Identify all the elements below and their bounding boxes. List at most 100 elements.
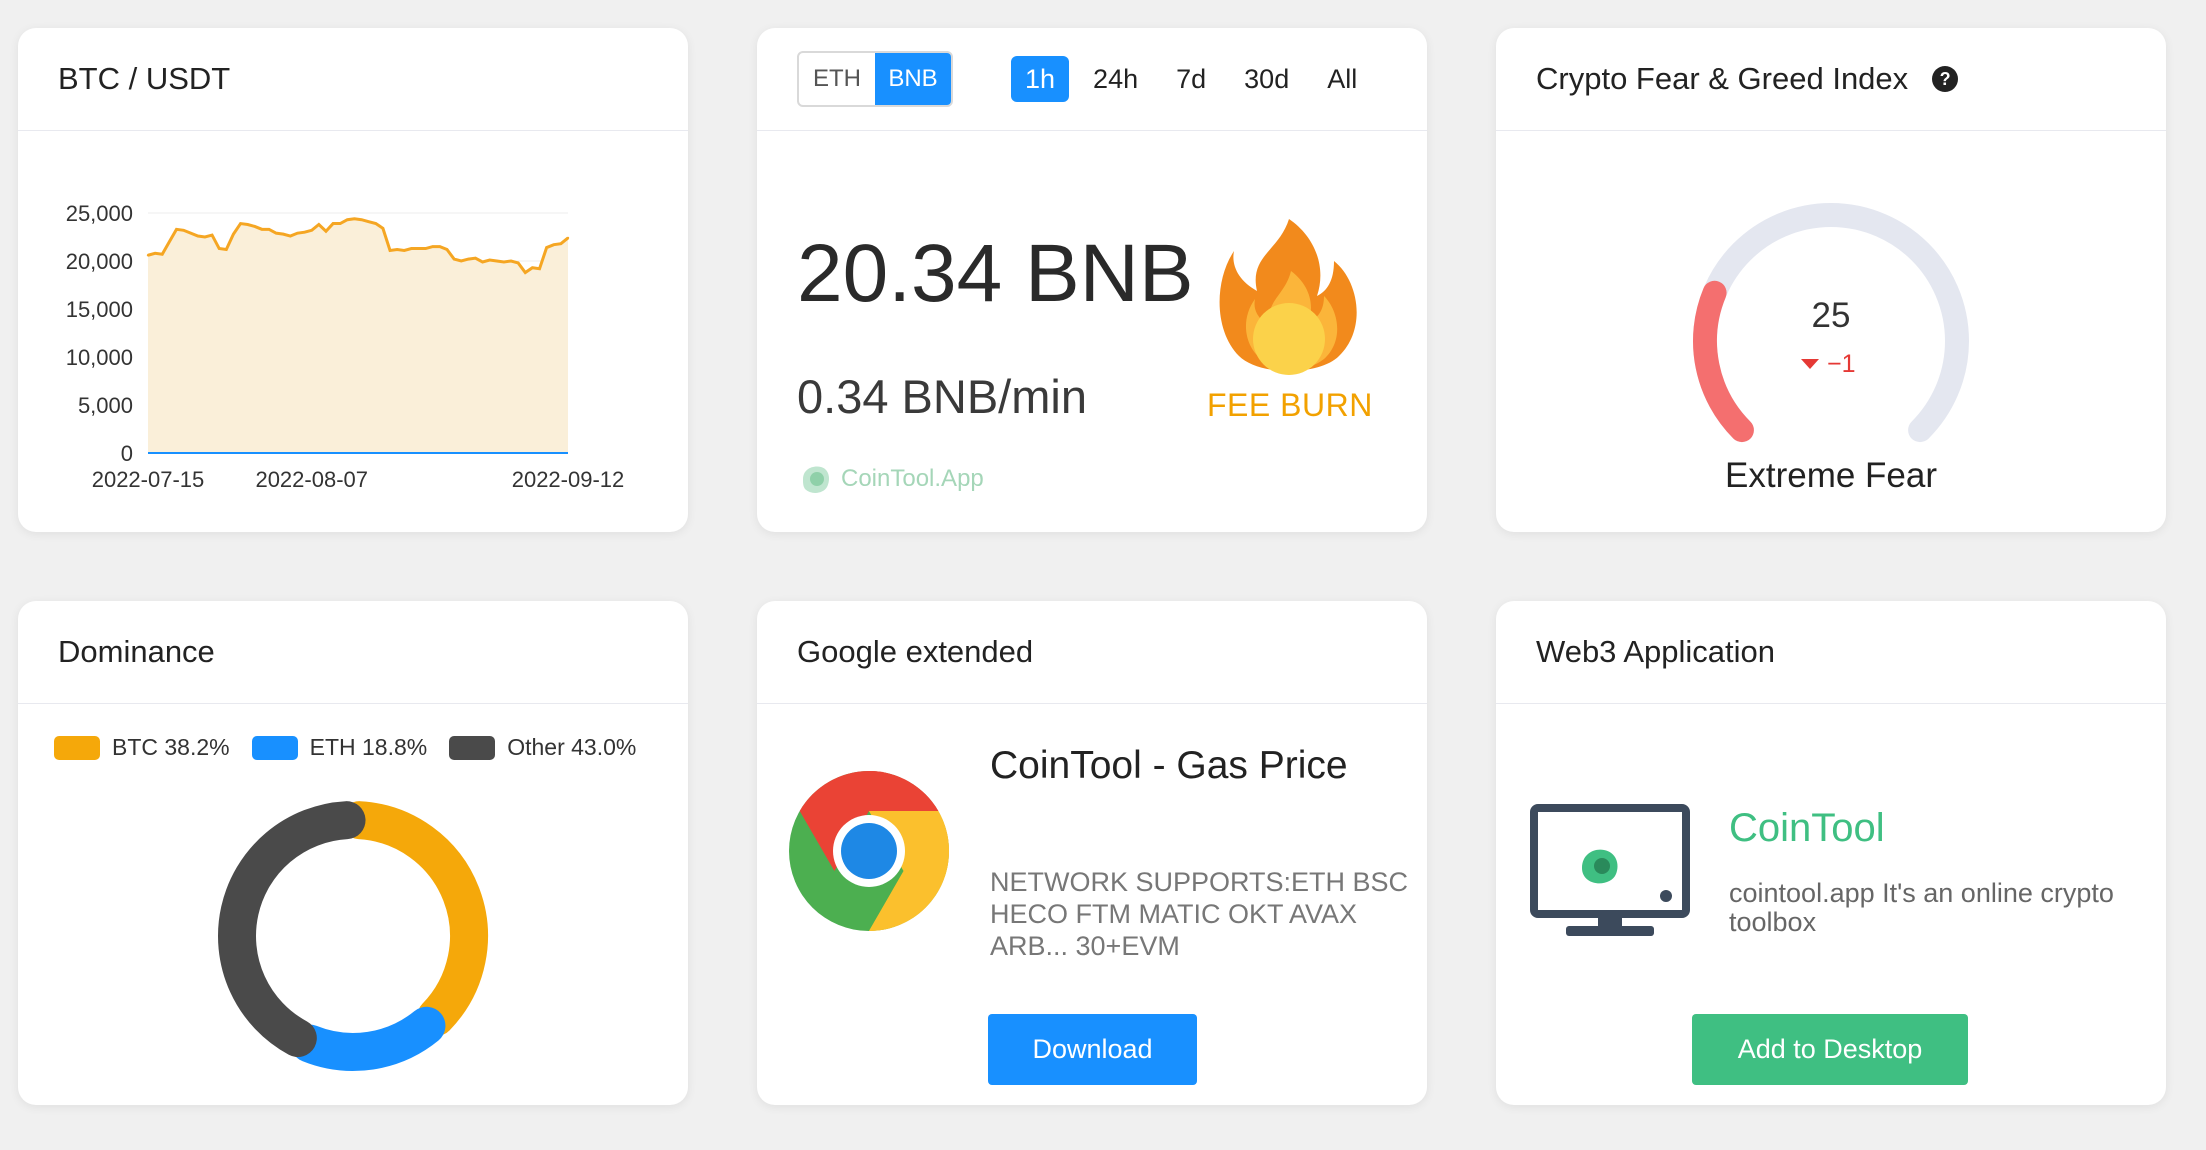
btc-price-point bbox=[146, 254, 150, 257]
fear-greed-value: 25 bbox=[1812, 296, 1851, 335]
btc-price-point bbox=[367, 220, 370, 223]
fear-greed-status: Extreme Fear bbox=[1725, 456, 1937, 495]
btc-price-point bbox=[296, 231, 299, 235]
dominance-card: Dominance BTC 38.2% ETH 18.8% Other 43.0% bbox=[18, 601, 688, 1105]
x-tick-label: 2022-09-12 bbox=[512, 467, 625, 492]
y-tick-label: 5,000 bbox=[78, 393, 133, 418]
btc-price-point bbox=[552, 243, 555, 246]
fee-burn-label: FEE BURN bbox=[1207, 387, 1373, 423]
period-selector: 1h 24h 7d 30d All bbox=[1011, 56, 1371, 102]
btc-price-point bbox=[168, 240, 171, 243]
btc-price-point bbox=[417, 247, 420, 250]
app-name: CoinTool bbox=[1729, 806, 1885, 850]
donut-slice[interactable] bbox=[218, 801, 366, 1058]
btc-price-point bbox=[481, 260, 484, 264]
extension-title: CoinTool - Gas Price bbox=[990, 744, 1348, 787]
burn-rate: 0.34 BNB/min bbox=[797, 370, 1087, 423]
btc-price-point bbox=[239, 222, 242, 225]
btc-price-point bbox=[452, 257, 456, 261]
btc-price-point bbox=[253, 225, 256, 228]
y-tick-label: 15,000 bbox=[66, 297, 133, 322]
period-tab-1h[interactable]: 1h bbox=[1011, 56, 1070, 102]
btc-price-point bbox=[424, 247, 427, 250]
btc-price-point bbox=[175, 228, 178, 231]
dominance-donut-chart bbox=[218, 801, 488, 1071]
web3-title: Web3 Application bbox=[1496, 601, 2166, 704]
btc-price-point bbox=[225, 248, 228, 251]
extension-description: NETWORK SUPPORTS:ETH BSC HECO FTM MATIC … bbox=[990, 867, 1409, 961]
btc-price-area bbox=[148, 218, 568, 453]
download-button[interactable]: Download bbox=[988, 1014, 1197, 1085]
btc-price-point bbox=[559, 242, 563, 245]
period-tab-30d[interactable]: 30d bbox=[1230, 56, 1303, 102]
chain-selector: ETH BNB bbox=[797, 51, 953, 107]
y-tick-label: 20,000 bbox=[66, 249, 133, 274]
fear-greed-card: Crypto Fear & Greed Index ? 25 −1 Extrem… bbox=[1496, 28, 2166, 532]
btc-price-point bbox=[282, 232, 285, 236]
x-tick-label: 2022-08-07 bbox=[255, 467, 368, 492]
btc-price-point bbox=[360, 218, 363, 221]
chain-tab-bnb[interactable]: BNB bbox=[875, 53, 951, 105]
burn-total: 20.34 BNB bbox=[797, 228, 1194, 319]
app-description: cointool.app It's an online crypto toolb… bbox=[1729, 878, 2114, 937]
add-to-desktop-button[interactable]: Add to Desktop bbox=[1692, 1014, 1968, 1085]
btc-price-point bbox=[196, 234, 200, 238]
btc-price-point bbox=[374, 222, 377, 225]
period-tab-7d[interactable]: 7d bbox=[1162, 56, 1220, 102]
btc-price-point bbox=[153, 252, 157, 255]
btc-card-title: BTC / USDT bbox=[18, 28, 688, 131]
x-tick-label: 2022-07-15 bbox=[92, 467, 205, 492]
btc-price-point bbox=[189, 231, 192, 235]
donut-slice[interactable] bbox=[290, 1006, 446, 1071]
btc-price-point bbox=[431, 245, 434, 248]
btc-price-point bbox=[516, 261, 520, 265]
btc-price-point bbox=[403, 249, 406, 252]
btc-price-point bbox=[502, 260, 506, 264]
brand-text: CoinTool.App bbox=[841, 465, 984, 492]
btc-price-point bbox=[381, 227, 385, 230]
btc-price-point bbox=[203, 235, 207, 239]
btc-price-point bbox=[438, 245, 442, 248]
dashboard-grid: BTC / USDT 0 5,000 10,000 15,000 20,000 25,00… bbox=[0, 0, 2206, 1150]
btc-usdt-card: BTC / USDT 0 5,000 10,000 15,000 20,000 25,00… bbox=[18, 28, 688, 532]
btc-price-point bbox=[474, 256, 477, 260]
period-tab-24h[interactable]: 24h bbox=[1079, 56, 1152, 102]
btc-price-point bbox=[182, 229, 185, 232]
fear-greed-title: Crypto Fear & Greed Index bbox=[1536, 61, 1909, 96]
btc-price-point bbox=[410, 247, 413, 250]
btc-price-point bbox=[310, 229, 313, 232]
fire-icon bbox=[1219, 219, 1357, 375]
btc-price-point bbox=[445, 248, 449, 251]
cointool-logo-icon bbox=[803, 466, 829, 493]
btc-price-point bbox=[303, 231, 306, 234]
btc-price-point bbox=[346, 218, 349, 221]
btc-price-point bbox=[524, 271, 527, 274]
btc-price-point bbox=[531, 266, 534, 269]
btc-price-point bbox=[509, 259, 513, 263]
btc-price-point bbox=[161, 253, 164, 256]
chrome-logo-icon bbox=[789, 771, 950, 931]
question-circle-icon[interactable]: ? bbox=[1932, 66, 1959, 92]
gauge-fill bbox=[1693, 280, 1754, 443]
btc-price-point bbox=[460, 259, 463, 263]
btc-price-point bbox=[274, 231, 278, 235]
btc-price-point bbox=[395, 248, 399, 251]
btc-price-point bbox=[246, 223, 249, 226]
btc-price-point bbox=[317, 223, 321, 226]
cointool-brand[interactable]: CoinTool.App bbox=[797, 461, 984, 497]
btc-price-point bbox=[566, 236, 570, 240]
chain-tab-eth[interactable]: ETH bbox=[799, 53, 875, 105]
y-tick-label: 10,000 bbox=[66, 345, 133, 370]
btc-price-point bbox=[388, 249, 392, 252]
btc-price-point bbox=[331, 222, 335, 225]
y-tick-label: 0 bbox=[121, 441, 133, 466]
btc-price-point bbox=[538, 267, 541, 270]
donut-slice[interactable] bbox=[340, 801, 488, 1037]
fee-burn-card: ETH BNB 1h 24h 7d 30d All 20.34 BNB 0.34 BNB/… bbox=[757, 28, 1427, 532]
google-extension-card: Google extended CoinTool - Gas Price NET… bbox=[757, 601, 1427, 1105]
btc-price-point bbox=[353, 217, 356, 220]
btc-price-point bbox=[488, 258, 491, 262]
period-tab-all[interactable]: All bbox=[1313, 56, 1371, 102]
btc-price-point bbox=[324, 230, 328, 233]
btc-price-point bbox=[545, 246, 548, 249]
